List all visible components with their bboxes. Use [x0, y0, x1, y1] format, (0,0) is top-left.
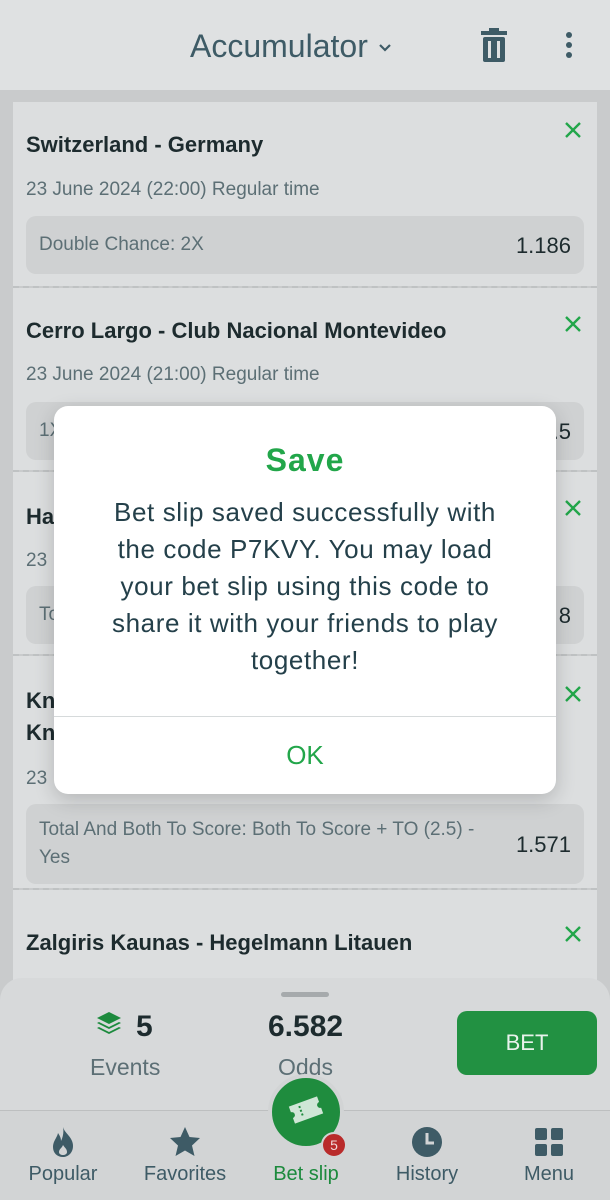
- ok-button[interactable]: OK: [54, 717, 556, 794]
- dialog-message: Bet slip saved successfully with the cod…: [111, 497, 498, 675]
- dialog-title: Save: [265, 442, 345, 478]
- save-dialog: Save Bet slip saved successfully with th…: [54, 406, 556, 794]
